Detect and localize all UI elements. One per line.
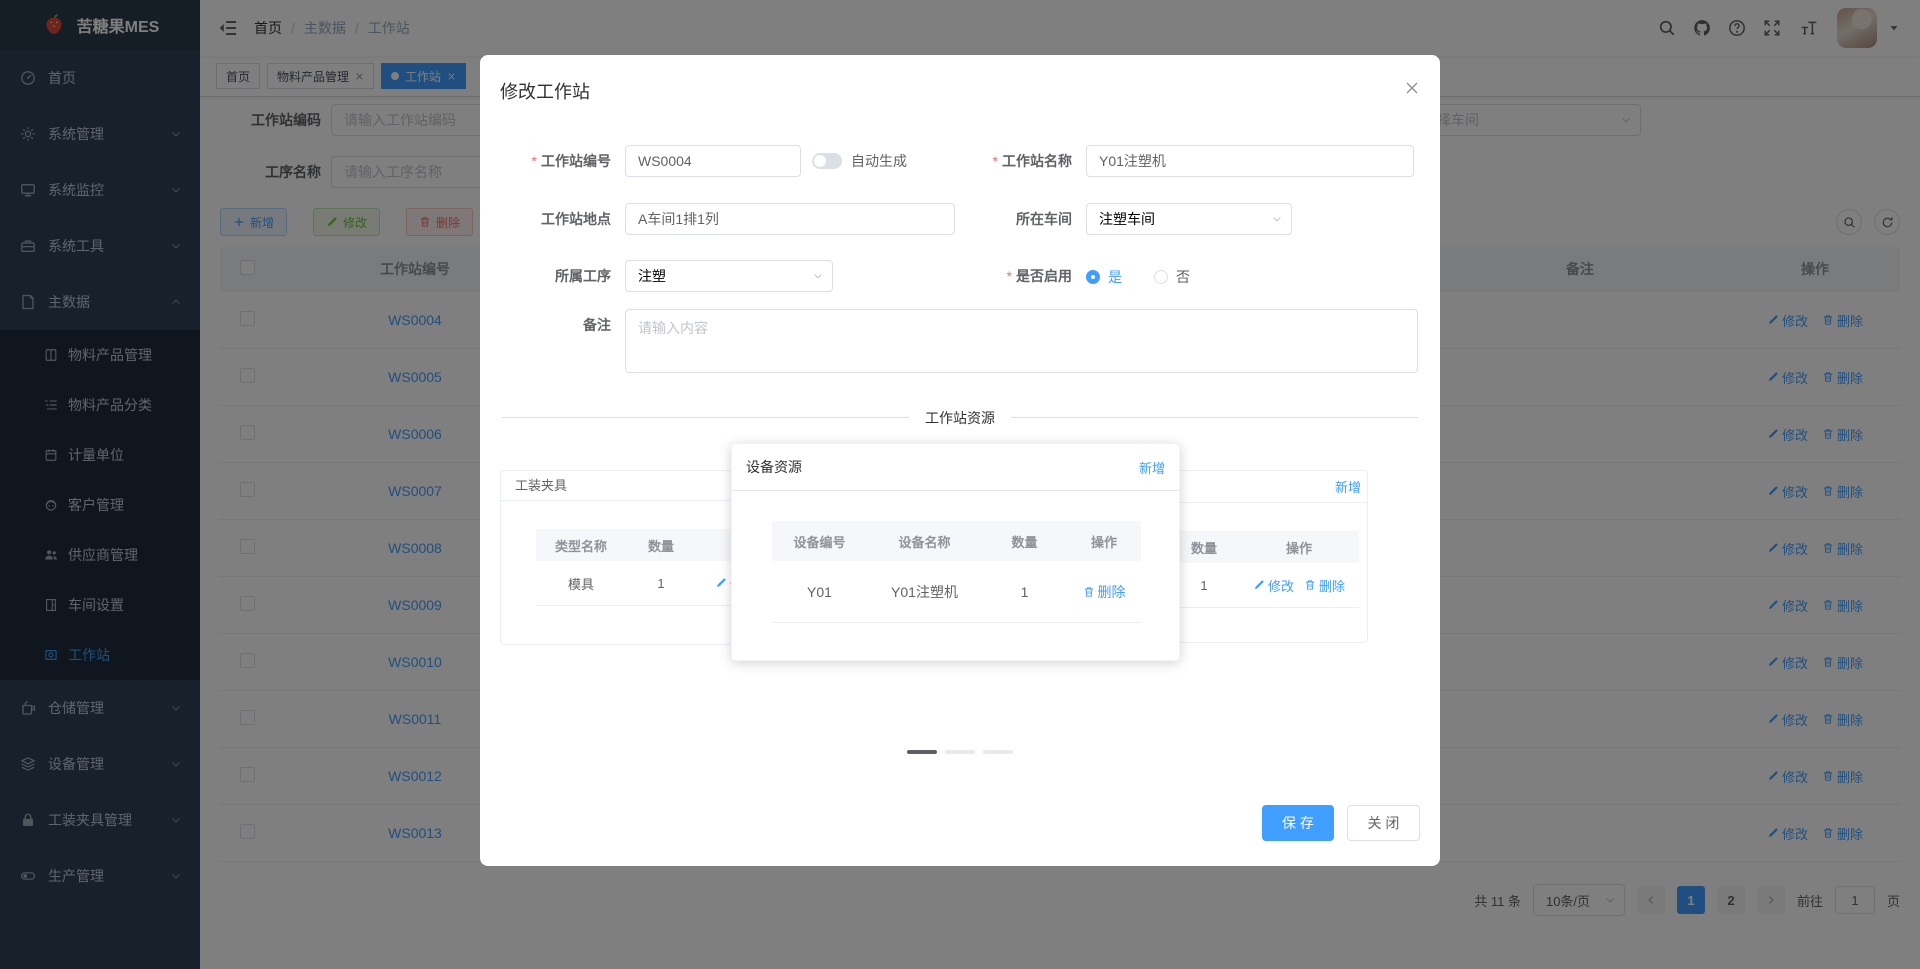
remark-textarea[interactable] [625,309,1418,373]
edit-icon [1253,579,1265,591]
col-action: 操作 [1285,540,1312,556]
right-card-add-link[interactable]: 新增 [1335,477,1361,496]
radio-no[interactable]: 否 [1154,267,1190,287]
workshop-label: 所在车间 [1016,211,1072,227]
enable-label: * 是否启用 [1006,268,1072,284]
code-input[interactable] [625,145,801,177]
device-popup-header: 设备资源 新增 [732,444,1179,491]
trash-icon [1304,579,1316,591]
remark-label: 备注 [583,317,611,333]
col-type-name: 类型名称 [554,538,607,554]
col-action: 操作 [1090,534,1117,550]
col-device-name: 设备名称 [898,534,951,550]
device-resource-popup: 设备资源 新增 设备编号 设备名称 数量 操作 Y01 Y01注塑机 1 删除 [731,443,1180,661]
chevron-down-icon [1271,213,1283,225]
location-input[interactable] [625,203,955,235]
trash-icon [1083,586,1095,598]
carousel-indicators [480,750,1440,754]
radio-yes[interactable]: 是 [1086,267,1122,287]
edit-workstation-modal: 修改工作站 *工作站编号 自动生成 *工作站名称 工作站地点 所在车间 注塑车间… [480,55,1440,866]
process-select[interactable]: 注塑 [625,260,833,292]
save-button[interactable]: 保 存 [1262,805,1334,841]
radio-unselected-icon [1154,270,1168,284]
name-label: * 工作站名称 [992,153,1072,169]
resources-divider: 工作站资源 [502,408,1418,428]
modal-title: 修改工作站 [500,82,590,102]
process-label: 所属工序 [555,268,611,284]
close-button[interactable]: 关 闭 [1347,805,1420,841]
right-row-edit-link[interactable]: 修改 [1253,576,1294,595]
device-delete-link[interactable]: 删除 [1083,582,1126,602]
carousel-dot-2[interactable] [945,750,975,754]
radio-selected-icon [1086,270,1100,284]
close-icon[interactable] [1404,80,1420,96]
device-row: Y01 Y01注塑机 1 删除 [772,561,1141,623]
location-label: 工作站地点 [541,211,611,227]
col-qty: 数量 [647,538,674,554]
device-popup-title: 设备资源 [746,459,802,475]
auto-generate-toggle[interactable] [812,153,842,169]
edit-icon [715,577,727,589]
col-qty: 数量 [1011,534,1038,550]
col-device-code: 设备编号 [793,534,846,550]
name-input[interactable] [1086,145,1414,177]
workshop-select[interactable]: 注塑车间 [1086,203,1292,235]
auto-generate-label: 自动生成 [851,153,907,169]
device-table: 设备编号 设备名称 数量 操作 Y01 Y01注塑机 1 删除 [772,521,1141,623]
modal-footer: 保 存 关 闭 [1262,805,1420,841]
enable-radio-group: 是 否 [1086,267,1190,287]
carousel-dot-3[interactable] [983,750,1013,754]
code-label: * 工作站编号 [531,153,611,169]
right-row-delete-link[interactable]: 删除 [1304,576,1345,595]
device-add-link[interactable]: 新增 [1139,458,1165,477]
chevron-down-icon [812,270,824,282]
carousel-dot-1[interactable] [907,750,937,754]
